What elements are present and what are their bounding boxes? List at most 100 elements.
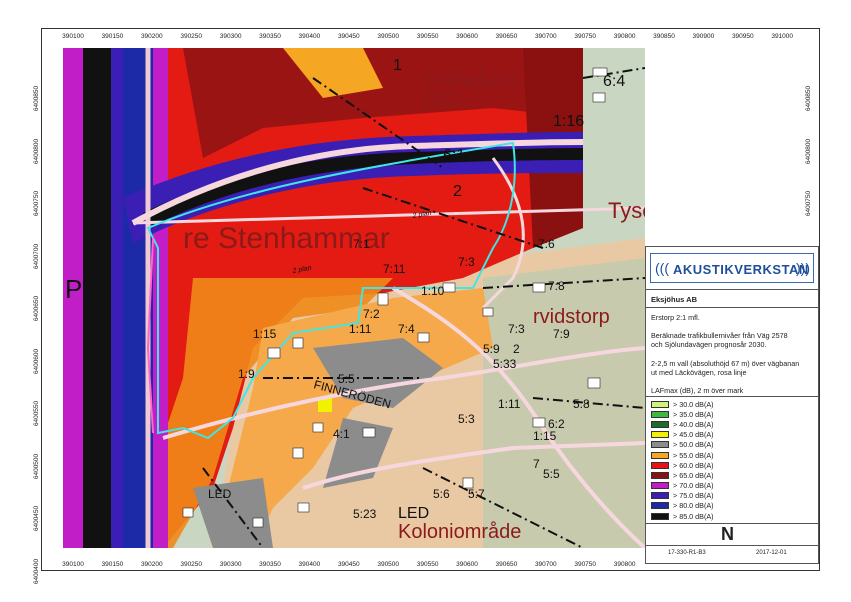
parcel-label: 6:4 bbox=[603, 73, 625, 90]
legend-label: > 45.0 dB(A) bbox=[673, 430, 714, 440]
legend-label: > 55.0 dB(A) bbox=[673, 450, 714, 460]
legend-item: > 50.0 dB(A) bbox=[651, 440, 714, 450]
parcel-label: 5:3 bbox=[458, 412, 475, 426]
legend-item: > 40.0 dB(A) bbox=[651, 419, 714, 429]
legend-label: > 35.0 dB(A) bbox=[673, 409, 714, 419]
y-tick-left: 6400850 bbox=[33, 85, 41, 112]
legend-item: > 45.0 dB(A) bbox=[651, 430, 714, 440]
x-tick-bottom: 390550 bbox=[416, 561, 439, 568]
parcel-label: 1:9 bbox=[238, 367, 255, 381]
label-arvidstorp: rvidstorp bbox=[533, 306, 610, 328]
x-tick-top: 390700 bbox=[534, 33, 557, 40]
x-tick-top: 390650 bbox=[495, 33, 518, 40]
parcel-label: 5:9 bbox=[483, 342, 500, 356]
x-tick-bottom: 390700 bbox=[534, 561, 557, 568]
x-tick-bottom: 390150 bbox=[101, 561, 124, 568]
x-tick-top: 390100 bbox=[62, 33, 84, 40]
map-sheet: Grönelund LED re Stenhammar rvidstorp FI… bbox=[0, 0, 851, 602]
metric-label: LAFmax (dB), 2 m över mark bbox=[651, 386, 744, 395]
parcel-label: 1:11 bbox=[349, 322, 372, 336]
parcel-label: 5:6 bbox=[433, 487, 450, 501]
company-logo: ((( AKUSTIKVERKSTAN ))) bbox=[650, 253, 814, 283]
label-p: P bbox=[65, 274, 82, 304]
x-tick-bottom: 390400 bbox=[298, 561, 321, 568]
x-tick-top: 390850 bbox=[653, 33, 675, 40]
legend-label: > 70.0 dB(A) bbox=[673, 481, 714, 491]
parcel-label: 2 bbox=[513, 342, 520, 356]
parcel-label: 7:4 bbox=[398, 322, 415, 336]
x-tick-bottom: 390300 bbox=[219, 561, 242, 568]
client-name: Eksjöhus AB bbox=[651, 295, 697, 304]
parcel-label: 7 bbox=[533, 457, 540, 471]
parcel-label: 5:7 bbox=[468, 487, 485, 501]
legend-panel: ((( AKUSTIKVERKSTAN ))) Eksjöhus AB Erst… bbox=[645, 246, 819, 564]
legend-item: > 65.0 dB(A) bbox=[651, 470, 714, 480]
legend-swatch bbox=[651, 400, 669, 408]
legend-label: > 85.0 dB(A) bbox=[673, 511, 714, 521]
x-tick-bottom: 390100 bbox=[62, 561, 84, 568]
x-tick-bottom: 390800 bbox=[613, 561, 636, 568]
y-tick-right: 6400750 bbox=[805, 190, 813, 217]
legend-swatch bbox=[651, 410, 669, 418]
x-tick-top: 390350 bbox=[259, 33, 281, 40]
parcel-label: 1:10 bbox=[421, 284, 445, 298]
label-gronelund: Grönelund bbox=[423, 69, 516, 91]
legend-label: > 50.0 dB(A) bbox=[673, 440, 714, 450]
parcel-label: 1:15 bbox=[253, 327, 277, 341]
noise-map-svg: Grönelund LED re Stenhammar rvidstorp FI… bbox=[63, 48, 645, 548]
legend-item: > 55.0 dB(A) bbox=[651, 450, 714, 460]
parcel-label: 5:5 bbox=[543, 467, 560, 481]
legend-swatch bbox=[651, 512, 669, 520]
x-tick-top: 390500 bbox=[377, 33, 400, 40]
road-west-core bbox=[83, 48, 111, 548]
parcel-label: 1:11 bbox=[498, 397, 521, 411]
x-tick-top: 390550 bbox=[416, 33, 439, 40]
legend-item: > 80.0 dB(A) bbox=[651, 501, 714, 511]
legend-label: > 30.0 dB(A) bbox=[673, 399, 714, 409]
x-tick-top: 390200 bbox=[140, 33, 163, 40]
parcel-label: 7:9 bbox=[553, 327, 570, 341]
legend-swatch bbox=[651, 482, 669, 490]
north-arrow-icon: N bbox=[721, 524, 734, 544]
legend-swatch bbox=[651, 451, 669, 459]
band-purple-west bbox=[153, 48, 168, 548]
noise-map[interactable]: Grönelund LED re Stenhammar rvidstorp FI… bbox=[63, 48, 645, 548]
parcel-label: 7:3 bbox=[508, 322, 525, 336]
x-tick-bottom: 390350 bbox=[259, 561, 281, 568]
y-tick-left: 6400450 bbox=[33, 505, 41, 532]
legend-swatch bbox=[651, 471, 669, 479]
parcel-label: 1:15 bbox=[533, 429, 557, 443]
legend-label: > 40.0 dB(A) bbox=[673, 419, 714, 429]
label-led-1: LED bbox=[423, 90, 458, 110]
legend-swatch bbox=[651, 492, 669, 500]
legend-item: > 70.0 dB(A) bbox=[651, 481, 714, 491]
x-tick-top: 390900 bbox=[692, 33, 715, 40]
x-tick-top: 390800 bbox=[613, 33, 636, 40]
description-line-3: 2-2,5 m vall (absoluthöjd 67 m) över väg… bbox=[651, 359, 800, 368]
report-ref: 17-330-R1-B3 bbox=[668, 550, 706, 556]
x-tick-bottom: 390250 bbox=[180, 561, 203, 568]
legend-item: > 85.0 dB(A) bbox=[651, 511, 714, 521]
label-led-3: LED bbox=[208, 487, 232, 501]
y-tick-left: 6400400 bbox=[33, 558, 41, 584]
x-tick-top: 390750 bbox=[574, 33, 597, 40]
logo-text: AKUSTIKVERKSTAN bbox=[673, 262, 809, 277]
y-tick-left: 6400750 bbox=[33, 190, 41, 217]
report-date: 2017-12-01 bbox=[756, 550, 787, 556]
parcel-label: 4:1 bbox=[333, 427, 350, 441]
x-tick-top: 390600 bbox=[456, 33, 478, 40]
legend-swatch bbox=[651, 431, 669, 439]
parcel-label: 5:8 bbox=[573, 397, 590, 411]
parcel-label: 5:5 bbox=[338, 372, 355, 386]
label-tyset: Tyse bbox=[608, 198, 645, 223]
x-tick-top: 390400 bbox=[298, 33, 321, 40]
y-tick-left: 6400500 bbox=[33, 453, 41, 479]
parcel-label: 1 bbox=[393, 57, 402, 74]
x-tick-top: 390300 bbox=[219, 33, 242, 40]
parcel-label: 7:3 bbox=[458, 255, 475, 269]
y-tick-left: 6400800 bbox=[33, 138, 41, 164]
divider bbox=[646, 396, 818, 397]
legend-items: > 30.0 dB(A) > 35.0 dB(A) > 40.0 dB(A) > 45… bbox=[651, 399, 714, 521]
parcel-label: 6:1 bbox=[443, 147, 465, 164]
y-tick-left: 6400550 bbox=[33, 400, 41, 427]
